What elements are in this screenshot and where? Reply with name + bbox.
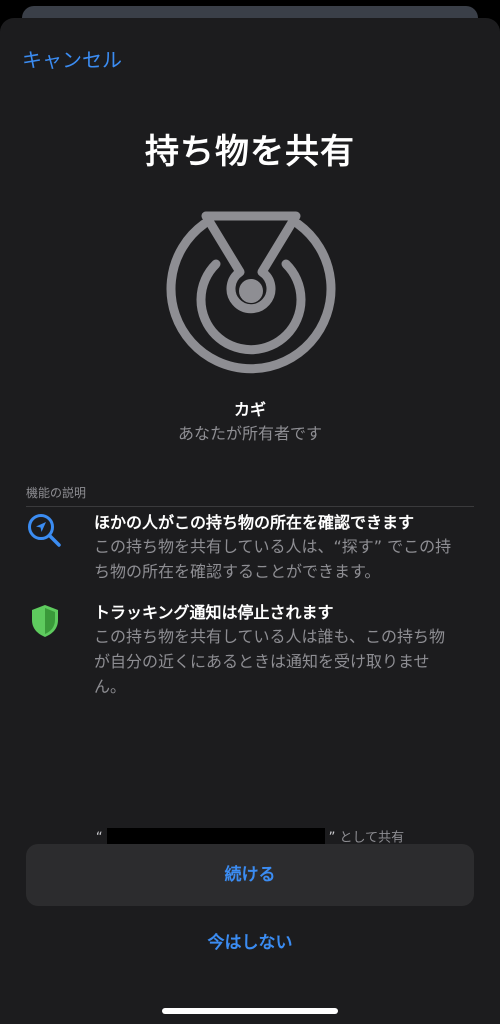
cancel-button[interactable]: キャンセル: [22, 44, 122, 73]
feature-description: この持ち物を共有している人は誰も、この持ち物が自分の近くにあるときは通知を受け取…: [94, 627, 446, 696]
shield-icon: [32, 605, 58, 637]
item-name: カギ: [233, 400, 266, 419]
feature-description: この持ち物を共有している人は、“探す” でこの持ち物の所在を確認することができま…: [94, 537, 452, 581]
feature-title: トラッキング通知は停止されます: [94, 603, 334, 622]
share-item-sheet: キャンセル 持ち物を共有 カギ あなたが所有者です 機能の説明 ほかの人がこの持…: [0, 18, 500, 1024]
item-owner-status: あなたが所有者です: [177, 424, 322, 443]
not-now-button[interactable]: 今はしない: [0, 928, 500, 953]
feature-title: ほかの人がこの持ち物の所在を確認できます: [94, 513, 415, 532]
home-indicator: [162, 1008, 338, 1014]
section-label: 機能の説明: [26, 486, 87, 500]
continue-button[interactable]: 続ける: [26, 844, 474, 906]
section-divider: [26, 506, 474, 507]
page-title: 持ち物を共有: [145, 132, 355, 172]
airtag-key-icon: [166, 211, 336, 374]
magnifier-location-icon: [28, 514, 61, 547]
